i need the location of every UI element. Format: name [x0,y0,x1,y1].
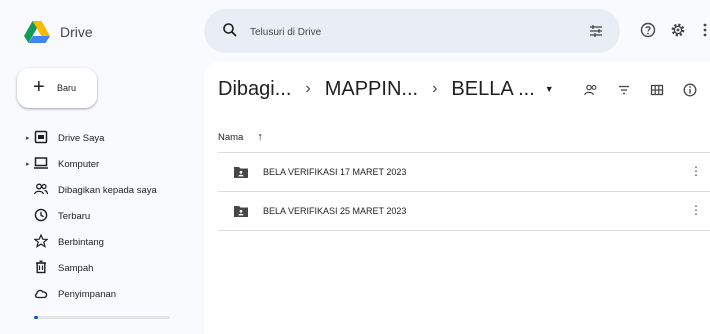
breadcrumb-item-current[interactable]: BELLA ... [451,78,534,101]
filter-icon[interactable] [588,23,604,39]
expand-caret-icon[interactable]: ▸ [26,160,30,168]
search-icon[interactable] [222,22,238,38]
column-header-name[interactable]: Nama ↑ [218,130,263,144]
more-options-icon[interactable]: ⋮ [690,203,702,217]
sidebar-item-label: Dibagikan kepada saya [58,185,157,196]
sidebar-item-computers[interactable]: ▸ Komputer [0,151,196,177]
app-name: Drive [60,24,93,40]
grid-view-icon[interactable] [650,83,664,97]
divider [218,230,710,231]
sort-filter-icon[interactable] [617,83,631,97]
drive-logo-icon [24,21,50,43]
sidebar-item-storage[interactable]: Penyimpanan [0,281,196,307]
column-header-label: Nama [218,131,244,143]
search-input[interactable] [248,21,572,43]
shared-folder-icon [234,206,248,217]
search-bar[interactable] [204,9,620,53]
main-content: Dibagi... › MAPPIN... › BELLA ... ▼ Nama… [204,62,710,334]
my-drive-icon [34,130,48,144]
apps-icon[interactable] [700,22,710,38]
sidebar-item-label: Terbaru [58,211,91,222]
sidebar-item-label: Sampah [58,263,94,274]
sidebar-item-label: Penyimpanan [58,289,117,300]
clock-icon [34,208,48,222]
sidebar-item-my-drive[interactable]: ▸ Drive Saya [0,125,196,151]
shared-icon [34,183,48,195]
sort-arrow-up-icon[interactable]: ↑ [257,131,263,143]
sidebar-item-label: Komputer [58,159,100,170]
settings-icon[interactable] [670,22,686,38]
table-row[interactable]: BELA VERIFIKASI 25 MARET 2023 ⋮ [218,192,710,230]
breadcrumb: Dibagi... › MAPPIN... › BELLA ... ▼ [218,76,554,102]
new-button[interactable]: + Baru [17,68,97,108]
file-name: BELA VERIFIKASI 25 MARET 2023 [263,206,407,216]
breadcrumb-item[interactable]: Dibagi... [218,78,291,101]
share-people-icon[interactable] [584,83,598,97]
dropdown-caret-icon[interactable]: ▼ [545,84,554,94]
storage-progress-bar [34,316,170,319]
sidebar-item-label: Drive Saya [58,133,105,144]
plus-icon: + [33,76,45,98]
sidebar-item-trash[interactable]: Sampah [0,255,196,281]
table-row[interactable]: BELA VERIFIKASI 17 MARET 2023 ⋮ [218,153,710,191]
header: Drive [0,0,710,62]
new-button-label: Baru [57,83,77,93]
help-icon[interactable] [640,22,656,38]
sidebar-item-starred[interactable]: Berbintang [0,229,196,255]
chevron-right-icon: › [305,80,311,97]
more-options-icon[interactable]: ⋮ [690,164,702,178]
computer-icon [34,157,48,169]
drive-logo[interactable]: Drive [24,21,93,43]
shared-folder-icon [234,167,248,178]
star-icon [34,234,48,248]
storage-progress-fill [34,316,39,319]
breadcrumb-item[interactable]: MAPPIN... [325,78,418,101]
sidebar: + Baru ▸ Drive Saya ▸ Komputer Dibagikan… [0,62,200,334]
cloud-icon [34,289,48,299]
sidebar-item-label: Berbintang [58,237,104,248]
sidebar-item-shared-with-me[interactable]: Dibagikan kepada saya [0,177,196,203]
file-name: BELA VERIFIKASI 17 MARET 2023 [263,167,407,177]
info-icon[interactable] [683,83,697,97]
trash-icon [36,260,46,274]
chevron-right-icon: › [432,80,438,97]
expand-caret-icon[interactable]: ▸ [26,134,30,142]
sidebar-item-recent[interactable]: Terbaru [0,203,196,229]
